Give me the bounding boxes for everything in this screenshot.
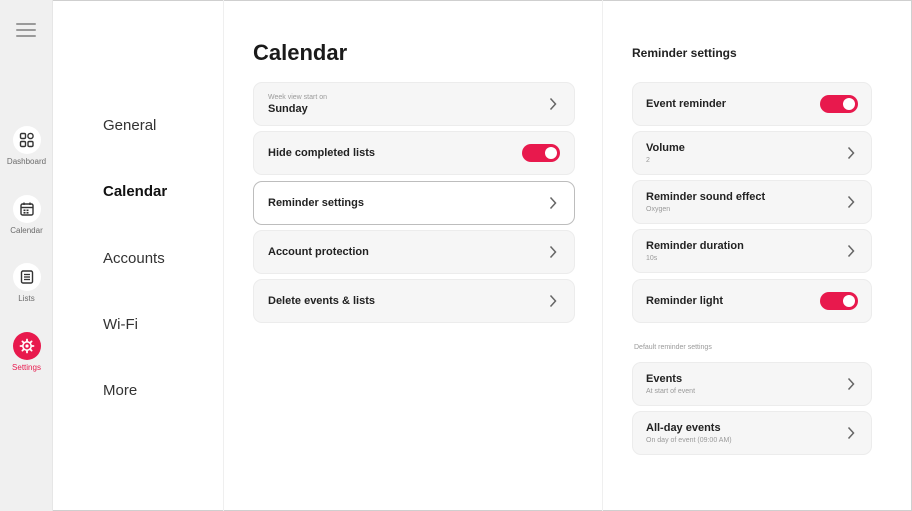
duration-row[interactable]: Reminder duration 10s bbox=[632, 229, 872, 273]
account-protection-label: Account protection bbox=[268, 246, 369, 258]
settings-categories: General Calendar Accounts Wi-Fi More bbox=[54, 0, 224, 511]
events-default-label: Events bbox=[646, 373, 683, 385]
chevron-right-icon bbox=[844, 426, 858, 440]
chevron-right-icon bbox=[546, 196, 560, 210]
rail-label-dashboard: Dashboard bbox=[6, 157, 47, 166]
default-reminder-caption: Default reminder settings bbox=[634, 344, 712, 351]
reminder-settings-panel: Reminder settings Event reminder Volume … bbox=[604, 0, 912, 511]
chevron-right-icon bbox=[546, 294, 560, 308]
dashboard-icon bbox=[12, 126, 41, 154]
chevron-right-icon bbox=[546, 97, 560, 111]
gear-icon bbox=[12, 332, 41, 360]
reminder-light-toggle[interactable] bbox=[820, 292, 858, 310]
panel-title: Reminder settings bbox=[632, 46, 737, 60]
all-day-default-row[interactable]: All-day events On day of event (09:00 AM… bbox=[632, 411, 872, 455]
sound-effect-label: Reminder sound effect bbox=[646, 191, 766, 203]
duration-label: Reminder duration bbox=[646, 240, 744, 252]
rail-item-lists[interactable]: Lists bbox=[0, 263, 53, 303]
category-general[interactable]: General bbox=[103, 117, 156, 134]
reminder-settings-label: Reminder settings bbox=[268, 197, 364, 209]
page-title: Calendar bbox=[253, 40, 348, 65]
chevron-right-icon bbox=[844, 244, 858, 258]
all-day-default-value: On day of event (09:00 AM) bbox=[646, 437, 732, 444]
reminder-settings-row[interactable]: Reminder settings bbox=[253, 181, 575, 225]
event-reminder-row: Event reminder bbox=[632, 82, 872, 126]
reminder-light-label: Reminder light bbox=[646, 295, 724, 307]
calendar-settings: Calendar Week view start on Sunday Hide … bbox=[225, 0, 603, 511]
week-start-value: Sunday bbox=[268, 102, 308, 115]
hide-completed-row: Hide completed lists bbox=[253, 131, 575, 175]
rail-item-settings[interactable]: Settings bbox=[0, 332, 53, 372]
delete-events-label: Delete events & lists bbox=[268, 295, 375, 307]
hide-completed-label: Hide completed lists bbox=[268, 147, 375, 159]
category-calendar[interactable]: Calendar bbox=[103, 183, 167, 200]
sound-effect-row[interactable]: Reminder sound effect Oxygen bbox=[632, 180, 872, 224]
events-default-value: At start of event bbox=[646, 388, 696, 395]
chevron-right-icon bbox=[546, 245, 560, 259]
nav-rail: Dashboard Calendar Lists Settings bbox=[0, 0, 53, 511]
rail-label-settings: Settings bbox=[12, 363, 41, 372]
category-more[interactable]: More bbox=[103, 382, 137, 399]
hide-completed-toggle[interactable] bbox=[522, 144, 560, 162]
rail-item-calendar[interactable]: Calendar bbox=[0, 195, 53, 235]
delete-events-row[interactable]: Delete events & lists bbox=[253, 279, 575, 323]
volume-row[interactable]: Volume 2 bbox=[632, 131, 872, 175]
chevron-right-icon bbox=[844, 146, 858, 160]
reminder-light-row: Reminder light bbox=[632, 279, 872, 323]
all-day-default-label: All-day events bbox=[646, 422, 721, 434]
category-accounts[interactable]: Accounts bbox=[103, 250, 165, 267]
event-reminder-toggle[interactable] bbox=[820, 95, 858, 113]
chevron-right-icon bbox=[844, 377, 858, 391]
account-protection-row[interactable]: Account protection bbox=[253, 230, 575, 274]
duration-value: 10s bbox=[646, 255, 658, 262]
week-start-caption: Week view start on bbox=[268, 93, 328, 101]
chevron-right-icon bbox=[844, 195, 858, 209]
sound-effect-value: Oxygen bbox=[646, 206, 671, 213]
rail-label-calendar: Calendar bbox=[10, 226, 43, 235]
rail-label-lists: Lists bbox=[18, 294, 35, 303]
event-reminder-label: Event reminder bbox=[646, 98, 727, 110]
volume-label: Volume bbox=[646, 142, 685, 154]
week-start-row[interactable]: Week view start on Sunday bbox=[253, 82, 575, 126]
calendar-icon bbox=[12, 195, 41, 223]
events-default-row[interactable]: Events At start of event bbox=[632, 362, 872, 406]
volume-value: 2 bbox=[646, 157, 650, 164]
category-wifi[interactable]: Wi-Fi bbox=[103, 316, 138, 333]
list-icon bbox=[12, 263, 41, 291]
rail-item-dashboard[interactable]: Dashboard bbox=[0, 126, 53, 166]
hamburger-menu-icon[interactable] bbox=[16, 23, 36, 39]
